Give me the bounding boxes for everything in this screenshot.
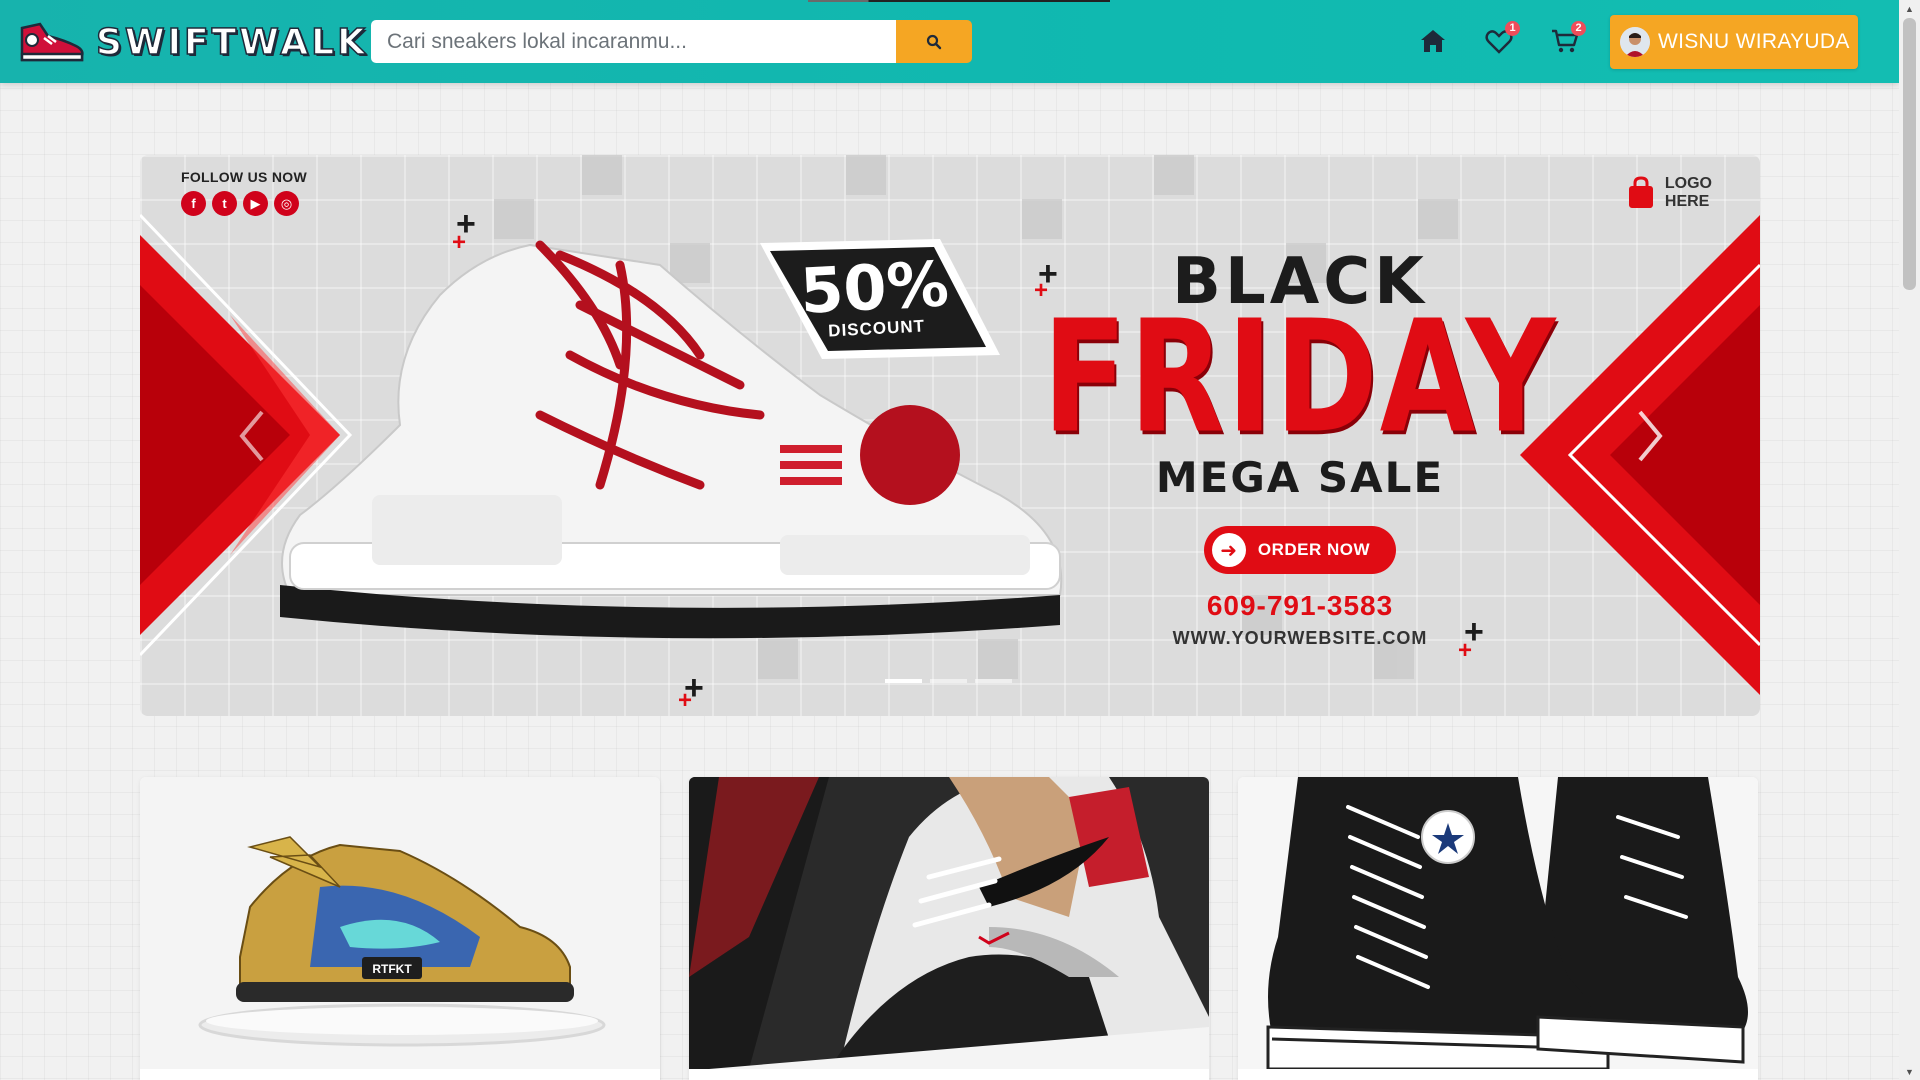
shopping-bag-icon [1628,176,1653,208]
black-high-top-sneaker-image [1238,777,1758,1069]
carousel-indicator-2[interactable] [930,679,967,683]
product-card[interactable]: RTFKT [140,777,660,1080]
plus-decoration: + [678,687,693,714]
sneaker-logo-icon [20,22,84,62]
order-now-button[interactable]: ➜ ORDER NOW [1203,526,1397,574]
follow-label: FOLLOW US NOW [181,169,307,185]
wishlist-button[interactable]: 1 [1482,21,1520,58]
red-black-sneaker-image [689,777,1209,1069]
friday-headline: FRIDAY [1042,288,1558,468]
discount-badge: 50% DISCOUNT [730,235,1020,365]
follow-us-block: FOLLOW US NOW f t ▶ ◎ [181,169,307,216]
banner-website: WWW.YOURWEBSITE.COM [1172,628,1428,648]
page-load-progress [808,0,1110,2]
scroll-up-arrow-icon[interactable]: ▲ [1899,0,1920,17]
arrow-right-icon: ➜ [1211,533,1246,567]
search-bar [371,20,972,63]
page-scrollbar[interactable]: ▲ ▼ [1899,0,1920,1080]
user-name: WISNU WIRAYUDA [1658,30,1850,53]
black-friday-text-block: BLACK FRIDAY MEGA SALE ➜ ORDER NOW 609-7… [1040,250,1560,649]
brand-name: SWIFTWALK [95,21,368,64]
order-now-label: ORDER NOW [1257,540,1371,559]
twitter-icon: t [212,191,237,216]
product-card[interactable] [689,777,1209,1080]
carousel-indicator-1[interactable] [885,679,922,683]
search-icon [926,34,942,49]
facebook-icon: f [181,191,206,216]
carousel-indicator-3[interactable] [975,679,1012,683]
scroll-down-arrow-icon[interactable]: ▼ [1899,1063,1920,1080]
banner-logo-placeholder: LOGO HERE [1627,175,1712,211]
rtfkt-gold-sneaker-image: RTFKT [140,777,660,1069]
carousel-next-button[interactable] [1620,401,1680,471]
instagram-icon: ◎ [274,191,299,216]
social-icons: f t ▶ ◎ [181,191,307,216]
product-tag: RTFKT [372,962,412,976]
product-card[interactable] [1238,777,1758,1080]
discount-percent: 50% [798,247,951,328]
youtube-icon: ▶ [243,191,268,216]
chevron-right-icon [1638,410,1663,462]
logo-text: LOGO HERE [1664,175,1712,210]
banner-phone: 609-791-3583 [1206,590,1394,621]
home-icon [1421,30,1445,52]
navbar: SWIFTWALK 1 2 [0,0,1899,83]
cart-count-badge: 2 [1571,21,1586,36]
brand-home-link[interactable]: SWIFTWALK [18,18,368,66]
search-button[interactable] [896,20,972,63]
cart-button[interactable]: 2 [1548,21,1586,58]
avatar [1620,27,1650,57]
home-button[interactable] [1416,24,1450,58]
plus-decoration: + [452,229,467,256]
carousel-prev-button[interactable] [222,401,282,471]
wishlist-count-badge: 1 [1505,21,1520,36]
carousel-indicators [885,679,1012,683]
search-input[interactable] [371,20,896,63]
promo-carousel: FOLLOW US NOW f t ▶ ◎ LOGO HERE 50% DISC… [140,155,1760,716]
scroll-thumb[interactable] [1903,18,1916,290]
user-menu-button[interactable]: WISNU WIRAYUDA [1610,15,1858,69]
chevron-left-icon [239,410,264,462]
